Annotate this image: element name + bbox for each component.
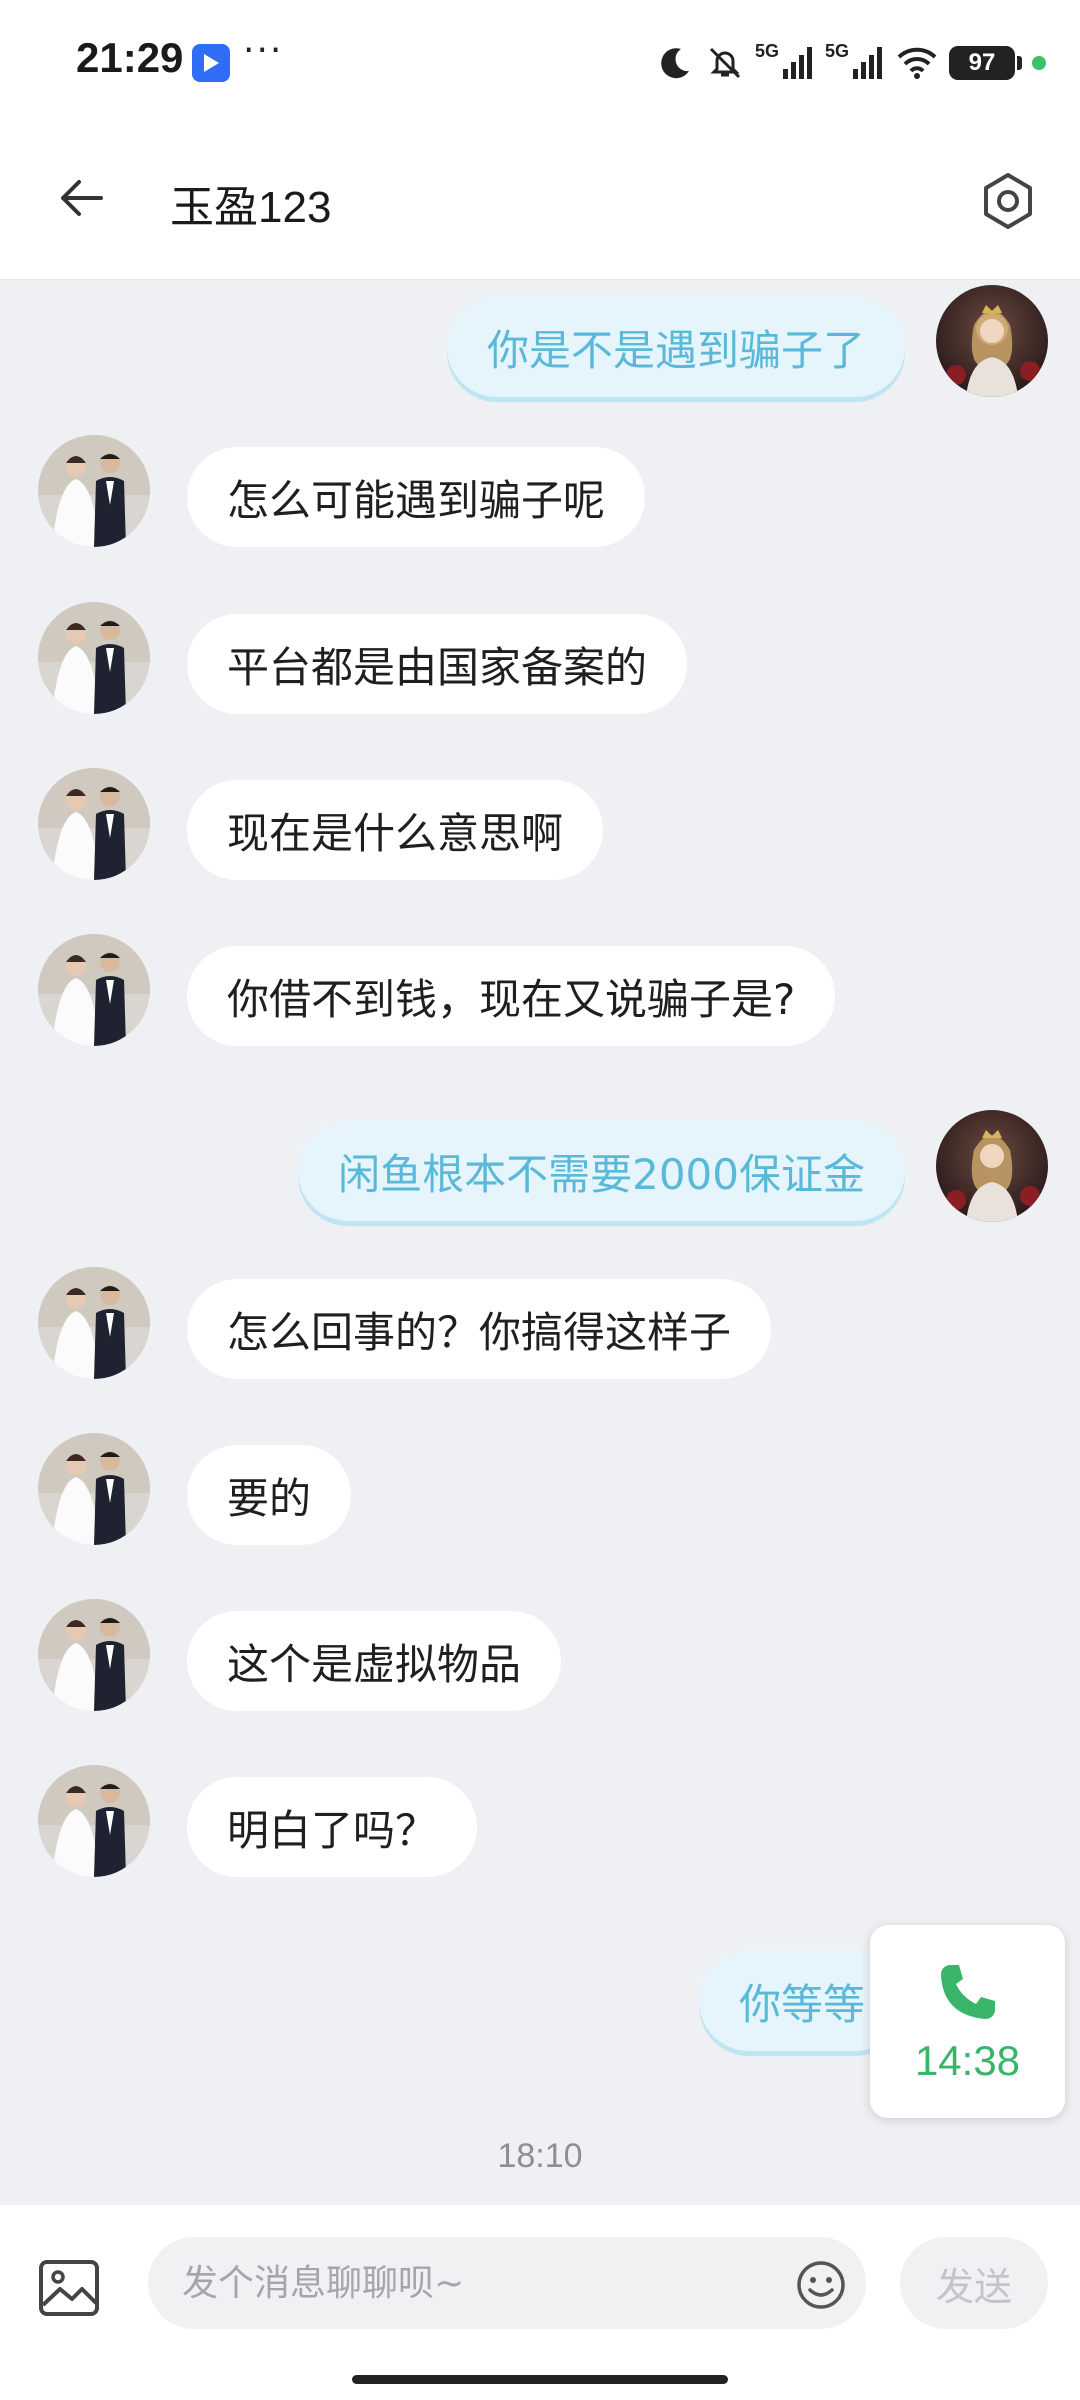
battery-icon <box>1017 56 1022 70</box>
home-indicator[interactable] <box>352 2375 728 2384</box>
message-timestamp: 18:10 <box>497 2137 583 2175</box>
message-bubble-incoming[interactable]: 怎么可能遇到骗子呢 <box>187 447 646 547</box>
chat-title: 玉盈123 <box>170 183 332 232</box>
floating-call-widget[interactable]: 14:38 <box>870 1925 1065 2118</box>
message-bubble-outgoing[interactable]: 闲鱼根本不需要2000保证金 <box>298 1121 905 1221</box>
call-duration: 14:38 <box>914 2036 1021 2084</box>
contact-avatar[interactable] <box>38 934 150 1046</box>
video-app-icon <box>192 44 230 82</box>
more-notifications-icon: ··· <box>243 30 284 71</box>
emoji-icon <box>797 2261 845 2309</box>
phone-icon <box>940 1964 995 2019</box>
mute-bell-icon <box>705 43 745 83</box>
emoji-button[interactable] <box>793 2257 849 2313</box>
my-avatar[interactable] <box>936 1110 1048 1222</box>
status-time: 21:29 <box>76 34 184 81</box>
hexagon-settings-icon <box>984 173 1032 229</box>
message-input-bar: 发送 <box>0 2205 1080 2400</box>
message-bubble-incoming[interactable]: 明白了吗？ <box>187 1777 478 1877</box>
contact-avatar[interactable] <box>38 768 150 880</box>
privacy-indicator-dot <box>1032 56 1046 70</box>
message-bubble-outgoing[interactable]: 你是不是遇到骗子了 <box>446 297 905 397</box>
signal-icon <box>781 45 815 81</box>
contact-avatar[interactable] <box>38 1267 150 1379</box>
signal-icon <box>851 45 885 81</box>
message-bubble-incoming[interactable]: 现在是什么意思啊 <box>187 780 604 880</box>
contact-avatar[interactable] <box>38 602 150 714</box>
contact-avatar[interactable] <box>38 1599 150 1711</box>
send-button[interactable]: 发送 <box>900 2237 1048 2329</box>
message-list[interactable]: 你是不是遇到骗子了 怎么可能遇到骗子呢 平台都是由国家备案的 现在是什么意思啊 … <box>0 280 1080 2205</box>
message-bubble-incoming[interactable]: 要的 <box>187 1445 352 1545</box>
image-icon <box>39 2260 99 2316</box>
chat-header: 玉盈123 <box>0 125 1080 280</box>
chat-settings-button[interactable] <box>970 163 1046 239</box>
my-avatar[interactable] <box>936 285 1048 397</box>
message-bubble-incoming[interactable]: 平台都是由国家备案的 <box>187 614 688 714</box>
contact-avatar[interactable] <box>38 435 150 547</box>
status-bar: 21:29 ··· 5G 5G 97 <box>0 0 1080 125</box>
wifi-icon <box>895 45 939 81</box>
status-icons: 5G 5G 97 <box>655 38 1046 88</box>
message-bubble-incoming[interactable]: 怎么回事的？你搞得这样子 <box>187 1279 772 1379</box>
contact-avatar[interactable] <box>38 1765 150 1877</box>
arrow-left-icon <box>61 180 103 216</box>
signal-label-1: 5G <box>754 40 779 61</box>
send-image-button[interactable] <box>34 2253 104 2323</box>
message-bubble-incoming[interactable]: 你借不到钱，现在又说骗子是? <box>187 946 836 1046</box>
contact-avatar[interactable] <box>38 1433 150 1545</box>
back-button[interactable] <box>46 163 116 233</box>
message-bubble-incoming[interactable]: 这个是虚拟物品 <box>187 1611 562 1711</box>
message-input[interactable] <box>148 2237 866 2329</box>
signal-label-2: 5G <box>824 40 849 61</box>
moon-icon <box>655 43 695 83</box>
battery-level: 97 <box>949 46 1015 80</box>
